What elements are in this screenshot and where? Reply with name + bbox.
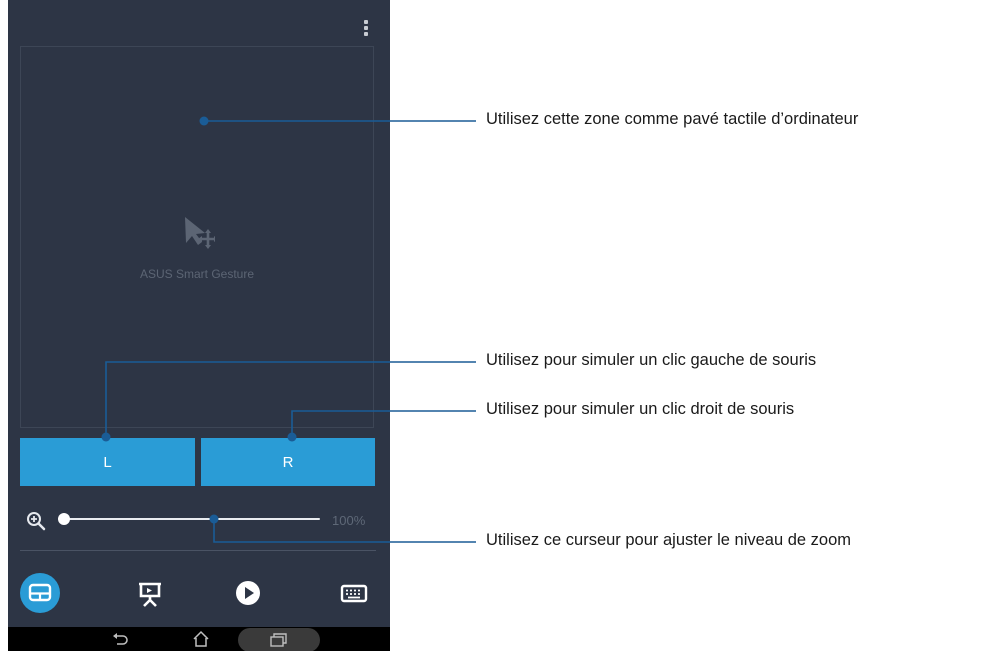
- callout-lines: [101, 116, 476, 543]
- callout-touchpad-area: Utilisez cette zone comme pavé tactile d…: [486, 110, 859, 128]
- callout-left-click: Utilisez pour simuler un clic gauche de …: [486, 351, 817, 369]
- callout-zoom-slider: Utilisez ce curseur pour ajuster le nive…: [486, 531, 852, 549]
- callout-right-click: Utilisez pour simuler un clic droit de s…: [486, 400, 795, 418]
